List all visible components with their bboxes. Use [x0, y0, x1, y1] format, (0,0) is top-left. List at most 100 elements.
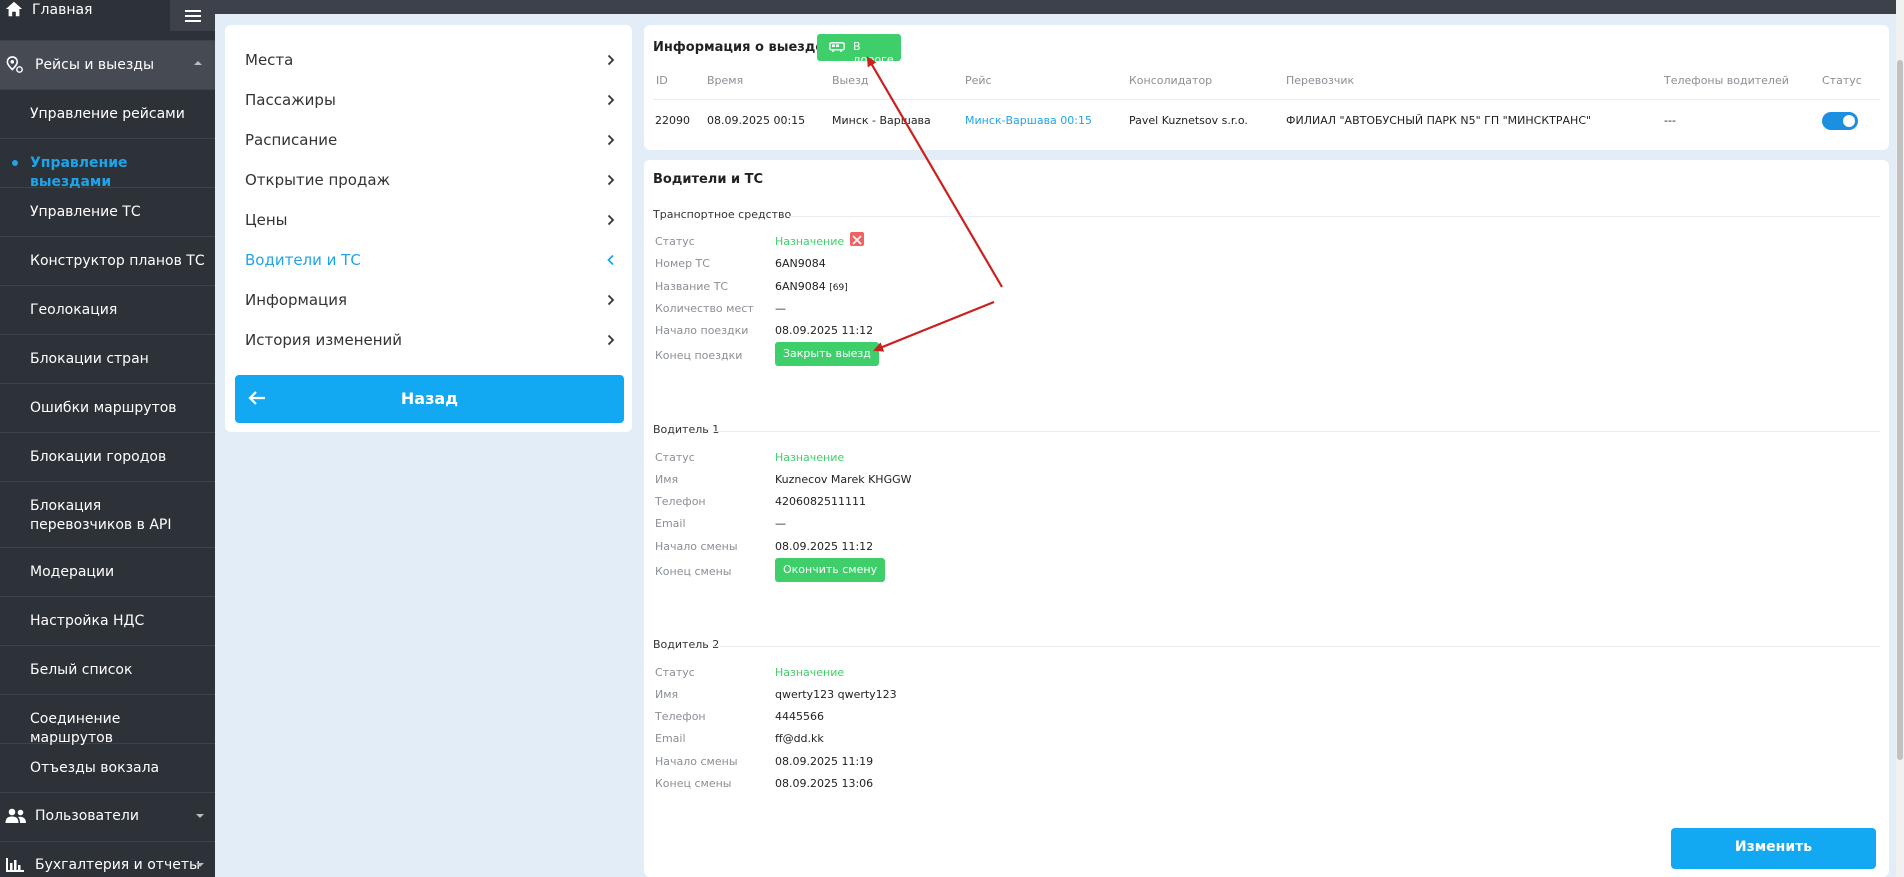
chevron-right-icon [607, 54, 615, 66]
sidebar-item-route-errors[interactable]: Ошибки маршрутов [0, 384, 215, 433]
sidebar-item-route-join[interactable]: Соединение маршрутов [0, 695, 215, 746]
cell-time: 08.09.2025 00:15 [707, 114, 806, 127]
cell-departure: Минск - Варшава [832, 114, 931, 127]
col-header-driver-phones: Телефоны водителей [1664, 74, 1789, 87]
sidebar-item-label: Модерации [30, 564, 115, 580]
col-header-consolidator: Консолидатор [1129, 74, 1213, 87]
submenu-item-schedule[interactable]: Расписание [245, 120, 615, 160]
submenu-item-information[interactable]: Информация [245, 280, 615, 320]
sidebar-item-whitelist[interactable]: Белый список [0, 646, 215, 695]
chevron-right-icon [607, 94, 615, 106]
drivers-panel-title: Водители и ТС [653, 172, 763, 187]
sidebar-item-vehicle-plans[interactable]: Конструктор планов ТС [0, 237, 215, 286]
submenu-item-passengers[interactable]: Пассажиры [245, 80, 615, 120]
chevron-up-icon [194, 61, 202, 65]
sidebar-item-moderation[interactable]: Модерации [0, 548, 215, 597]
submenu-item-seats[interactable]: Места [245, 40, 615, 80]
back-button[interactable]: Назад [235, 375, 624, 423]
sidebar-group-accounting[interactable]: Бухгалтерия и отчеты [0, 842, 215, 877]
edit-button[interactable]: Изменить [1671, 828, 1876, 869]
col-header-departure: Выезд [832, 74, 869, 87]
sidebar-item-label: Соединение маршрутов [30, 711, 121, 746]
sidebar-item-manage-routes[interactable]: Управление рейсами [0, 90, 215, 139]
map-pin-icon [6, 56, 23, 73]
col-header-carrier: Перевозчик [1286, 74, 1355, 87]
driver2-email-value: ff@dd.kk [775, 732, 824, 745]
submenu-item-sales-opening[interactable]: Открытие продаж [245, 160, 615, 200]
sidebar-group-accounting-label: Бухгалтерия и отчеты [35, 857, 201, 873]
submenu-item-label: Расписание [245, 131, 338, 149]
sidebar-item-country-blocks[interactable]: Блокации стран [0, 335, 215, 384]
vehicle-seat-count: [69] [829, 283, 848, 293]
sidebar-item-city-blocks[interactable]: Блокации городов [0, 433, 215, 482]
close-trip-button[interactable]: Закрыть выезд [775, 342, 879, 366]
hamburger-menu-button[interactable] [170, 0, 215, 31]
sidebar-group-trips[interactable]: Рейсы и выезды [0, 41, 215, 90]
sidebar-home-label: Главная [32, 2, 93, 18]
sidebar-group-trips-label: Рейсы и выезды [35, 57, 154, 73]
driver1-email-label: Email [655, 517, 686, 530]
driver2-name-label: Имя [655, 688, 679, 701]
hamburger-icon [184, 9, 201, 22]
chevron-right-icon [607, 174, 615, 186]
status-toggle[interactable] [1822, 112, 1858, 130]
vehicle-status-label: Статус [655, 235, 695, 248]
trip-info-title: Информация о выезде [653, 40, 825, 55]
driver2-section-title: Водитель 2 [653, 638, 720, 651]
cell-id: 22090 [655, 114, 690, 127]
driver1-name-value: Kuznecov Marek KHGGW [775, 473, 912, 486]
sidebar-item-station-departures[interactable]: Отъезды вокзала [0, 744, 215, 793]
vehicle-plate-label: Номер ТС [655, 257, 710, 270]
driver1-section-title: Водитель 1 [653, 423, 720, 436]
vehicle-plate-value: 6AN9084 [775, 257, 826, 270]
sidebar-home[interactable]: Главная [0, 0, 215, 41]
driver1-name-label: Имя [655, 473, 679, 486]
driver2-status-label: Статус [655, 666, 695, 679]
active-dot-icon [12, 160, 18, 166]
driver1-status-value: Назначение [775, 451, 845, 464]
sidebar-item-manage-departures[interactable]: Управление выездами [0, 139, 215, 190]
drivers-vehicles-panel: Водители и ТС Транспортное средство Стат… [644, 160, 1889, 877]
cell-carrier: ФИЛИАЛ "АВТОБУСНЫЙ ПАРК N5" ГП "МИНСКТРА… [1286, 114, 1592, 127]
end-shift-button[interactable]: Окончить смену [775, 558, 886, 582]
sidebar-item-carrier-api-block[interactable]: Блокация перевозчиков в API [0, 482, 215, 548]
sidebar-item-manage-vehicles[interactable]: Управление ТС [0, 188, 215, 237]
submenu-item-label: История изменений [245, 331, 403, 349]
sidebar: Главная Рейсы и выезды Управление рейсам… [0, 0, 215, 877]
driver1-email-value: — [775, 517, 786, 530]
close-icon [852, 235, 862, 245]
submenu-item-label: Места [245, 51, 294, 69]
sidebar-item-label: Конструктор планов ТС [30, 253, 205, 269]
driver1-phone-label: Телефон [655, 495, 706, 508]
chevron-left-icon [607, 254, 614, 266]
vehicle-status-value: Назначение [775, 235, 845, 248]
sidebar-item-vat-settings[interactable]: Настройка НДС [0, 597, 215, 646]
chart-icon [6, 858, 24, 872]
submenu-item-label: Информация [245, 291, 348, 309]
sidebar-item-label: Управление выездами [30, 155, 128, 190]
vehicle-unassign-button[interactable] [850, 232, 864, 246]
sidebar-group-users[interactable]: Пользователи [0, 793, 215, 842]
submenu-item-label: Открытие продаж [245, 171, 391, 189]
page-scrollbar[interactable] [1896, 0, 1904, 877]
trip-status-label: В дороге [853, 40, 894, 66]
trip-status-badge: В дороге [817, 34, 901, 66]
chevron-down-icon [196, 814, 204, 818]
vehicle-section-title: Транспортное средство [653, 208, 792, 221]
sidebar-item-label: Ошибки маршрутов [30, 400, 177, 416]
chevron-right-icon [607, 134, 615, 146]
driver1-phone-value: 4206082511111 [775, 495, 866, 508]
submenu-item-drivers-vehicles[interactable]: Водители и ТС [245, 240, 615, 280]
cell-driver-phones: --- [1664, 114, 1676, 127]
submenu-item-prices[interactable]: Цены [245, 200, 615, 240]
cell-route-link[interactable]: Минск-Варшава 00:15 [965, 114, 1092, 127]
driver2-shift-end-label: Конец смены [655, 777, 732, 790]
sidebar-item-label: Блокации стран [30, 351, 149, 367]
sidebar-item-geolocation[interactable]: Геолокация [0, 286, 215, 335]
home-icon [5, 1, 23, 17]
submenu-item-history[interactable]: История изменений [245, 320, 615, 360]
driver2-status-value: Назначение [775, 666, 845, 679]
col-header-id: ID [656, 74, 668, 87]
sidebar-item-label: Управление рейсами [30, 106, 185, 122]
scrollbar-thumb[interactable] [1897, 60, 1903, 760]
